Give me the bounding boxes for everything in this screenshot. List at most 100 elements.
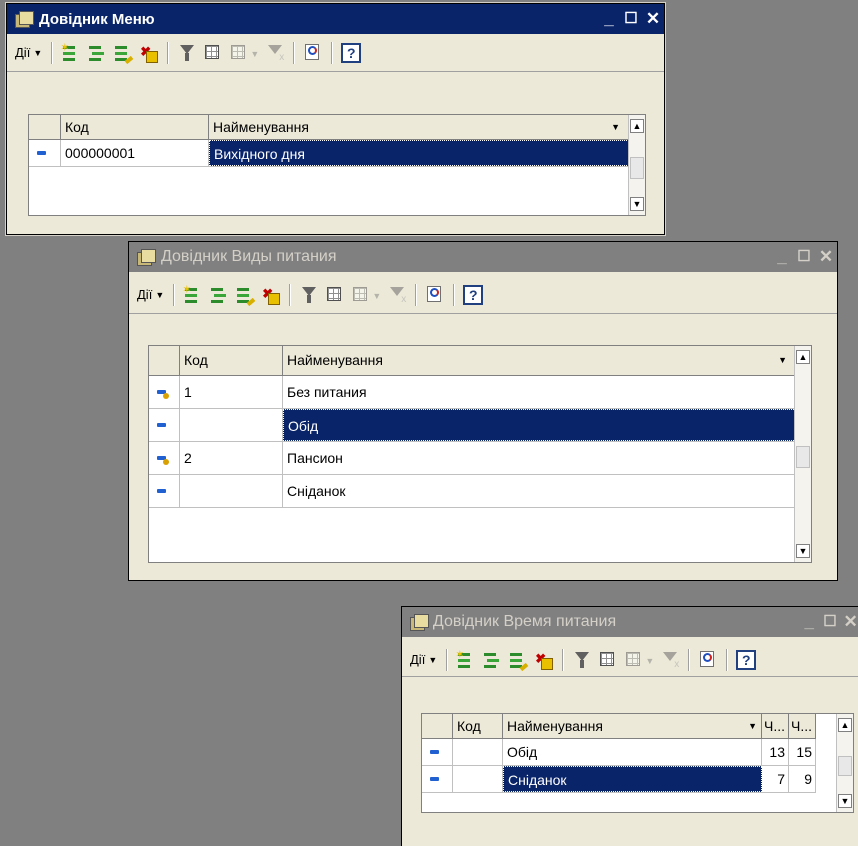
refresh-icon[interactable] (425, 285, 445, 305)
scroll-thumb[interactable] (796, 446, 810, 468)
add-group-icon[interactable] (482, 650, 502, 670)
row-code[interactable] (453, 739, 503, 765)
maximize-icon[interactable]: ☐ (820, 612, 841, 632)
column-header-name[interactable]: Найменування ▼ (209, 115, 629, 139)
scroll-down-icon[interactable]: ▼ (838, 794, 852, 808)
row-name[interactable]: Сніданок (283, 475, 796, 507)
table-row[interactable]: Сніданок 7 9 (422, 766, 816, 793)
marker-column-header (29, 115, 61, 139)
edit-icon[interactable] (235, 285, 256, 306)
filter-list-icon[interactable]: ▼ (624, 650, 654, 670)
row-name[interactable]: Вихідного дня (209, 140, 629, 166)
food-types-window-titlebar[interactable]: Довідник Виды питания _ ☐ ✕ (129, 242, 837, 272)
meal-time-window-title: Довідник Время питания (432, 613, 617, 630)
actions-label: Дії (137, 287, 153, 302)
help-icon[interactable]: ? (341, 42, 362, 63)
row-name[interactable]: Без питания (283, 376, 796, 408)
column-header-code[interactable]: Код (180, 346, 283, 375)
row-name[interactable]: Обід (283, 409, 796, 441)
scroll-down-icon[interactable]: ▼ (796, 544, 810, 558)
scroll-down-icon[interactable]: ▼ (630, 197, 644, 211)
table-row[interactable]: 000000001 Вихідного дня (29, 140, 629, 167)
actions-menu-button[interactable]: Дії ▼ (133, 287, 168, 302)
refresh-icon[interactable] (698, 650, 718, 670)
close-icon[interactable]: ✕ (840, 612, 858, 632)
table-row[interactable]: 2 Пансион (149, 442, 796, 475)
vertical-scrollbar[interactable]: ▲ ▼ (836, 714, 853, 812)
filter-list-icon[interactable]: ▼ (229, 43, 259, 63)
maximize-icon[interactable]: ☐ (793, 247, 815, 267)
toolbar-separator (173, 283, 176, 306)
scroll-thumb[interactable] (630, 157, 644, 179)
row-code[interactable] (180, 475, 283, 507)
clear-filter-icon[interactable]: x (265, 43, 285, 63)
minimize-icon[interactable]: _ (771, 247, 793, 267)
column-header-to[interactable]: Ч... (789, 714, 816, 738)
row-name[interactable]: Обід (503, 739, 762, 765)
vertical-scrollbar[interactable]: ▲ ▼ (794, 346, 811, 562)
actions-menu-button[interactable]: Дії ▼ (406, 652, 441, 667)
maximize-icon[interactable]: ☐ (620, 9, 642, 29)
delete-icon[interactable]: ✖ (139, 43, 159, 63)
row-name[interactable]: Пансион (283, 442, 796, 474)
add-icon[interactable]: ✶ (455, 649, 476, 670)
vertical-scrollbar[interactable]: ▲ ▼ (628, 115, 645, 215)
row-code[interactable]: 000000001 (61, 140, 209, 166)
refresh-icon[interactable] (303, 43, 323, 63)
filter-table-icon[interactable] (203, 43, 223, 63)
row-name[interactable]: Сніданок (503, 766, 762, 792)
clear-filter-icon[interactable]: x (387, 285, 407, 305)
add-icon[interactable]: ✶ (182, 284, 203, 305)
row-code[interactable] (453, 766, 503, 792)
filter-list-icon[interactable]: ▼ (351, 285, 381, 305)
column-header-name[interactable]: Найменування ▼ (503, 714, 762, 738)
column-header-from[interactable]: Ч... (762, 714, 789, 738)
close-icon[interactable]: ✕ (815, 247, 837, 267)
meal-time-window-titlebar[interactable]: Довідник Время питания _ ☐ ✕ (402, 607, 858, 637)
edit-icon[interactable] (113, 43, 134, 64)
element-marker-icon (29, 140, 61, 166)
row-time-from[interactable]: 7 (762, 766, 789, 792)
column-header-name[interactable]: Найменування ▼ (283, 346, 796, 375)
add-icon[interactable]: ✶ (60, 42, 81, 63)
row-time-to[interactable]: 15 (789, 739, 816, 765)
table-row[interactable]: Обід (149, 409, 796, 442)
add-group-icon[interactable] (87, 43, 107, 63)
edit-icon[interactable] (508, 650, 529, 671)
help-icon[interactable]: ? (736, 649, 757, 670)
row-time-from[interactable]: 13 (762, 739, 789, 765)
minimize-icon[interactable]: _ (598, 9, 620, 29)
filter-table-icon[interactable] (325, 285, 345, 305)
toolbar-separator (293, 41, 296, 64)
delete-icon[interactable]: ✖ (534, 650, 554, 670)
table-row[interactable]: Сніданок (149, 475, 796, 508)
clear-filter-icon[interactable]: x (660, 650, 680, 670)
filter-table-icon[interactable] (598, 650, 618, 670)
table-row[interactable]: Обід 13 15 (422, 739, 816, 766)
minimize-icon[interactable]: _ (799, 612, 820, 632)
column-header-code[interactable]: Код (453, 714, 503, 738)
row-code[interactable]: 2 (180, 442, 283, 474)
scroll-thumb[interactable] (838, 756, 852, 776)
menu-window-titlebar[interactable]: Довідник Меню _ ☐ ✕ (7, 4, 664, 34)
scroll-up-icon[interactable]: ▲ (838, 718, 852, 732)
row-code[interactable]: 1 (180, 376, 283, 408)
actions-menu-button[interactable]: Дії ▼ (11, 45, 46, 60)
help-icon[interactable]: ? (463, 284, 484, 305)
filter-icon[interactable] (572, 650, 592, 670)
filter-icon[interactable] (299, 285, 319, 305)
filter-icon[interactable] (177, 43, 197, 63)
column-header-code[interactable]: Код (61, 115, 209, 139)
table-row[interactable]: 1 Без питания (149, 376, 796, 409)
scroll-up-icon[interactable]: ▲ (796, 350, 810, 364)
row-code[interactable] (180, 409, 283, 441)
table-header: Код Найменування ▼ Ч... Ч... (422, 714, 816, 739)
add-group-icon[interactable] (209, 285, 229, 305)
chevron-down-icon: ▼ (155, 289, 165, 300)
delete-icon[interactable]: ✖ (261, 285, 281, 305)
toolbar-separator (167, 41, 170, 64)
row-time-to[interactable]: 9 (789, 766, 816, 792)
toolbar-separator (415, 283, 418, 306)
close-icon[interactable]: ✕ (642, 9, 664, 29)
scroll-up-icon[interactable]: ▲ (630, 119, 644, 133)
